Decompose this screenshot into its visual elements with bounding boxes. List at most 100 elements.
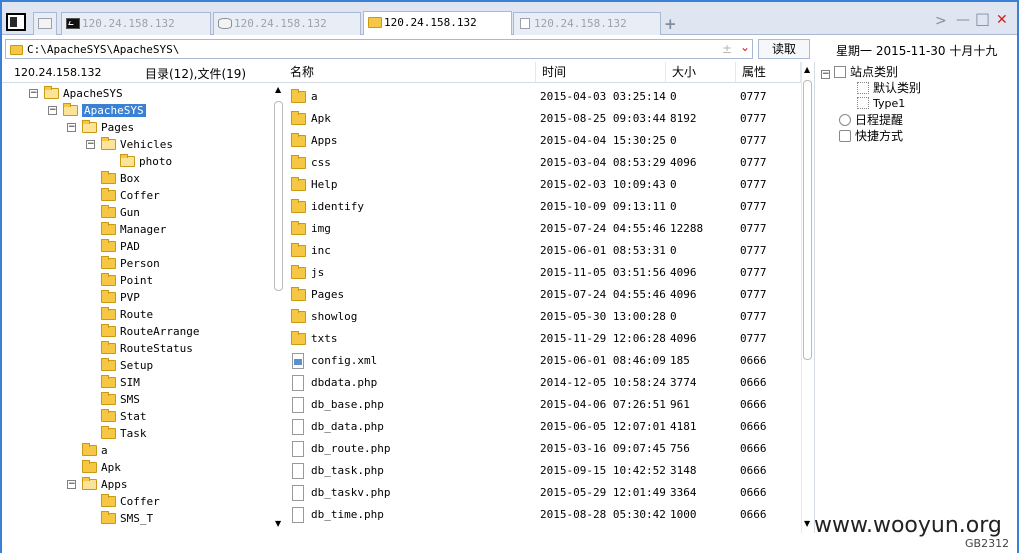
encoding-label[interactable]: GB2312 bbox=[965, 537, 1009, 550]
host-label: 120.24.158.132 bbox=[14, 66, 102, 79]
tree-node[interactable]: SMS_T bbox=[101, 510, 153, 527]
tab-next-icon[interactable]: > bbox=[935, 14, 947, 28]
tree-node[interactable]: Gun bbox=[101, 204, 140, 221]
tree-node[interactable]: Box bbox=[101, 170, 140, 187]
file-row[interactable]: Pages 2015-07-24 04:55:46 4096 0777 bbox=[284, 284, 801, 306]
column-size[interactable]: 大小 bbox=[666, 62, 736, 83]
file-row[interactable]: showlog 2015-05-30 13:00:28 0 0777 bbox=[284, 306, 801, 328]
collapse-icon[interactable]: − bbox=[67, 123, 76, 132]
collapse-icon[interactable]: − bbox=[86, 140, 95, 149]
tree-node[interactable]: Coffer bbox=[101, 493, 160, 510]
tree-node[interactable]: PAD bbox=[101, 238, 140, 255]
new-tab-button[interactable]: + bbox=[664, 15, 677, 33]
tree-node[interactable]: RouteArrange bbox=[101, 323, 199, 340]
collapse-icon[interactable]: − bbox=[67, 480, 76, 489]
file-icon bbox=[292, 419, 304, 435]
file-list[interactable]: a 2015-04-03 03:25:14 0 0777 Apk 2015-08-25 0… bbox=[284, 83, 801, 533]
scroll-up-icon[interactable]: ▲ bbox=[275, 85, 281, 94]
file-row[interactable]: db_task.php 2015-09-15 10:42:52 3148 0666 bbox=[284, 460, 801, 482]
tree-node[interactable]: photo bbox=[120, 153, 172, 170]
panel-toggle-icon[interactable] bbox=[6, 13, 26, 31]
file-attr: 0777 bbox=[740, 244, 767, 257]
column-attr[interactable]: 属性 bbox=[736, 62, 801, 83]
plus-minus-icon[interactable]: ± bbox=[722, 42, 732, 56]
tab-1[interactable]: 120.24.158.132 bbox=[61, 12, 211, 35]
tree-node[interactable]: Point bbox=[101, 272, 153, 289]
tree-node[interactable]: Apps bbox=[82, 476, 128, 493]
tree-node[interactable]: ApacheSYS bbox=[63, 102, 146, 119]
type1-node[interactable]: Type1 bbox=[857, 96, 905, 112]
tab-0[interactable] bbox=[33, 12, 57, 35]
file-row[interactable]: txts 2015-11-29 12:06:28 4096 0777 bbox=[284, 328, 801, 350]
tab-4[interactable]: 120.24.158.132 bbox=[513, 12, 661, 35]
file-row[interactable]: config.xml 2015-06-01 08:46:09 185 0666 bbox=[284, 350, 801, 372]
file-time: 2015-08-25 09:03:44 bbox=[540, 112, 666, 125]
schedule-node[interactable]: 日程提醒 bbox=[839, 112, 903, 128]
tree-node[interactable]: SIM bbox=[101, 374, 140, 391]
file-row[interactable]: Help 2015-02-03 10:09:43 0 0777 bbox=[284, 174, 801, 196]
tree-node[interactable]: RouteStatus bbox=[101, 340, 193, 357]
file-row[interactable]: Apps 2015-04-04 15:30:25 0 0777 bbox=[284, 130, 801, 152]
path-input[interactable]: C:\ApacheSYS\ApacheSYS\ ± ⌄ bbox=[5, 39, 753, 59]
minimize-button[interactable]: — bbox=[956, 13, 970, 27]
tree-node[interactable]: Task bbox=[101, 425, 147, 442]
file-list-scrollbar[interactable]: ▲ ▼ bbox=[801, 62, 814, 533]
close-button[interactable]: ✕ bbox=[996, 13, 1008, 27]
tree-scroll-thumb[interactable] bbox=[274, 101, 283, 291]
file-row[interactable]: dbdata.php 2014-12-05 10:58:24 3774 0666 bbox=[284, 372, 801, 394]
file-time: 2015-04-03 03:25:14 bbox=[540, 90, 666, 103]
tree-node[interactable]: Manager bbox=[101, 221, 166, 238]
tree-node[interactable]: PVP bbox=[101, 289, 140, 306]
collapse-icon[interactable]: − bbox=[29, 89, 38, 98]
tree-node-label: ApacheSYS bbox=[82, 104, 146, 117]
chevron-down-icon[interactable]: ⌄ bbox=[740, 40, 750, 54]
file-row[interactable]: identify 2015-10-09 09:13:11 0 0777 bbox=[284, 196, 801, 218]
tree-node[interactable]: Apk bbox=[82, 459, 121, 476]
file-attr: 0777 bbox=[740, 112, 767, 125]
default-category-node[interactable]: 默认类别 bbox=[857, 80, 921, 96]
maximize-button[interactable]: □ bbox=[975, 11, 990, 27]
site-category-node[interactable]: − 站点类别 bbox=[821, 64, 898, 80]
file-row[interactable]: a 2015-04-03 03:25:14 0 0777 bbox=[284, 86, 801, 108]
tree-node[interactable]: Route bbox=[101, 306, 153, 323]
file-row[interactable]: db_data.php 2015-06-05 12:07:01 4181 0666 bbox=[284, 416, 801, 438]
tree-node[interactable]: Coffer bbox=[101, 187, 160, 204]
tab-2[interactable]: 120.24.158.132 bbox=[213, 12, 361, 35]
tree-node[interactable]: SMS bbox=[101, 391, 140, 408]
file-row[interactable]: js 2015-11-05 03:51:56 4096 0777 bbox=[284, 262, 801, 284]
tree-node[interactable]: Vehicles bbox=[101, 136, 173, 153]
column-name[interactable]: 名称 bbox=[284, 62, 536, 83]
tree-node[interactable]: ApacheSYS bbox=[44, 85, 123, 102]
date-display: 星期一 2015-11-30 十月十九 bbox=[836, 44, 998, 58]
scroll-down-icon[interactable]: ▼ bbox=[804, 519, 810, 528]
tree-node[interactable]: Person bbox=[101, 255, 160, 272]
file-scroll-thumb[interactable] bbox=[803, 80, 812, 360]
shortcuts-node[interactable]: 快捷方式 bbox=[839, 128, 903, 144]
tree-node[interactable]: Setup bbox=[101, 357, 153, 374]
file-row[interactable]: db_taskv.php 2015-05-29 12:01:49 3364 0666 bbox=[284, 482, 801, 504]
file-row[interactable]: inc 2015-06-01 08:53:31 0 0777 bbox=[284, 240, 801, 262]
collapse-icon[interactable]: − bbox=[48, 106, 57, 115]
file-row[interactable]: db_time.php 2015-08-28 05:30:42 1000 0666 bbox=[284, 504, 801, 526]
read-button[interactable]: 读取 bbox=[758, 39, 810, 59]
tab-3[interactable]: 120.24.158.132 bbox=[363, 11, 512, 35]
file-row[interactable]: img 2015-07-24 04:55:46 12288 0777 bbox=[284, 218, 801, 240]
hand-icon bbox=[839, 130, 851, 142]
tree-scrollbar[interactable]: ▲ ▼ bbox=[273, 83, 284, 533]
file-time: 2015-04-04 15:30:25 bbox=[540, 134, 666, 147]
folder-open-icon bbox=[63, 103, 78, 116]
file-row[interactable]: db_base.php 2015-04-06 07:26:51 961 0666 bbox=[284, 394, 801, 416]
file-time: 2014-12-05 10:58:24 bbox=[540, 376, 666, 389]
file-attr: 0666 bbox=[740, 486, 767, 499]
tree-node[interactable]: a bbox=[82, 442, 108, 459]
tree-node[interactable]: Pages bbox=[82, 119, 134, 136]
scroll-down-icon[interactable]: ▼ bbox=[275, 519, 281, 528]
tree-node[interactable]: Stat bbox=[101, 408, 147, 425]
scroll-up-icon[interactable]: ▲ bbox=[804, 65, 810, 74]
collapse-icon[interactable]: − bbox=[821, 70, 830, 79]
column-time[interactable]: 时间 bbox=[536, 62, 666, 83]
file-row[interactable]: css 2015-03-04 08:53:29 4096 0777 bbox=[284, 152, 801, 174]
directory-tree[interactable]: − ApacheSYS − ApacheSYS − Pages − Vehicles photo… bbox=[2, 83, 284, 533]
file-row[interactable]: db_route.php 2015-03-16 09:07:45 756 0666 bbox=[284, 438, 801, 460]
file-row[interactable]: Apk 2015-08-25 09:03:44 8192 0777 bbox=[284, 108, 801, 130]
